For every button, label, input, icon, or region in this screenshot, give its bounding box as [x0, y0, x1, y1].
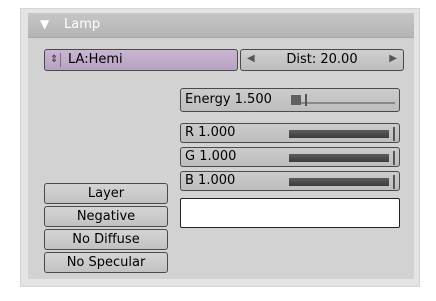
lamp-panel: ▼ Lamp ⇕ LA:Hemi ◀ Dist: 20.00 ▶ Energy … — [28, 13, 414, 279]
panel-header[interactable]: ▼ Lamp — [28, 13, 414, 38]
energy-label: Energy 1.500 — [185, 92, 272, 107]
no-diffuse-toggle[interactable]: No Diffuse — [44, 229, 168, 250]
blue-bar — [289, 178, 389, 186]
green-bar — [289, 154, 389, 162]
blue-label: B 1.000 — [185, 173, 236, 188]
red-slider[interactable]: R 1.000 — [180, 123, 400, 143]
arrow-right-icon[interactable]: ▶ — [389, 53, 397, 64]
no-specular-toggle[interactable]: No Specular — [44, 252, 168, 273]
green-label: G 1.000 — [185, 149, 237, 164]
negative-toggle[interactable]: Negative — [44, 206, 168, 227]
green-handle[interactable] — [393, 151, 395, 165]
green-slider[interactable]: G 1.000 — [180, 147, 400, 167]
lamp-datablock-selector[interactable]: ⇕ LA:Hemi — [44, 49, 238, 71]
energy-handle[interactable] — [305, 94, 307, 106]
updown-arrows-icon[interactable]: ⇕ — [50, 53, 61, 67]
red-handle[interactable] — [393, 127, 395, 141]
layer-toggle[interactable]: Layer — [44, 183, 168, 204]
blue-handle[interactable] — [393, 175, 395, 189]
panel-title: Lamp — [64, 17, 101, 32]
color-swatch[interactable] — [180, 198, 400, 228]
red-bar — [289, 130, 389, 138]
blue-slider[interactable]: B 1.000 — [180, 171, 400, 191]
dist-value[interactable]: Dist: 20.00 — [241, 52, 403, 67]
red-label: R 1.000 — [185, 125, 236, 140]
energy-slider[interactable]: Energy 1.500 — [180, 88, 400, 112]
lamp-datablock-name[interactable]: LA:Hemi — [68, 52, 123, 67]
triangle-down-icon[interactable]: ▼ — [40, 17, 49, 31]
energy-fill — [291, 95, 301, 105]
dist-field[interactable]: ◀ Dist: 20.00 ▶ — [240, 49, 404, 71]
